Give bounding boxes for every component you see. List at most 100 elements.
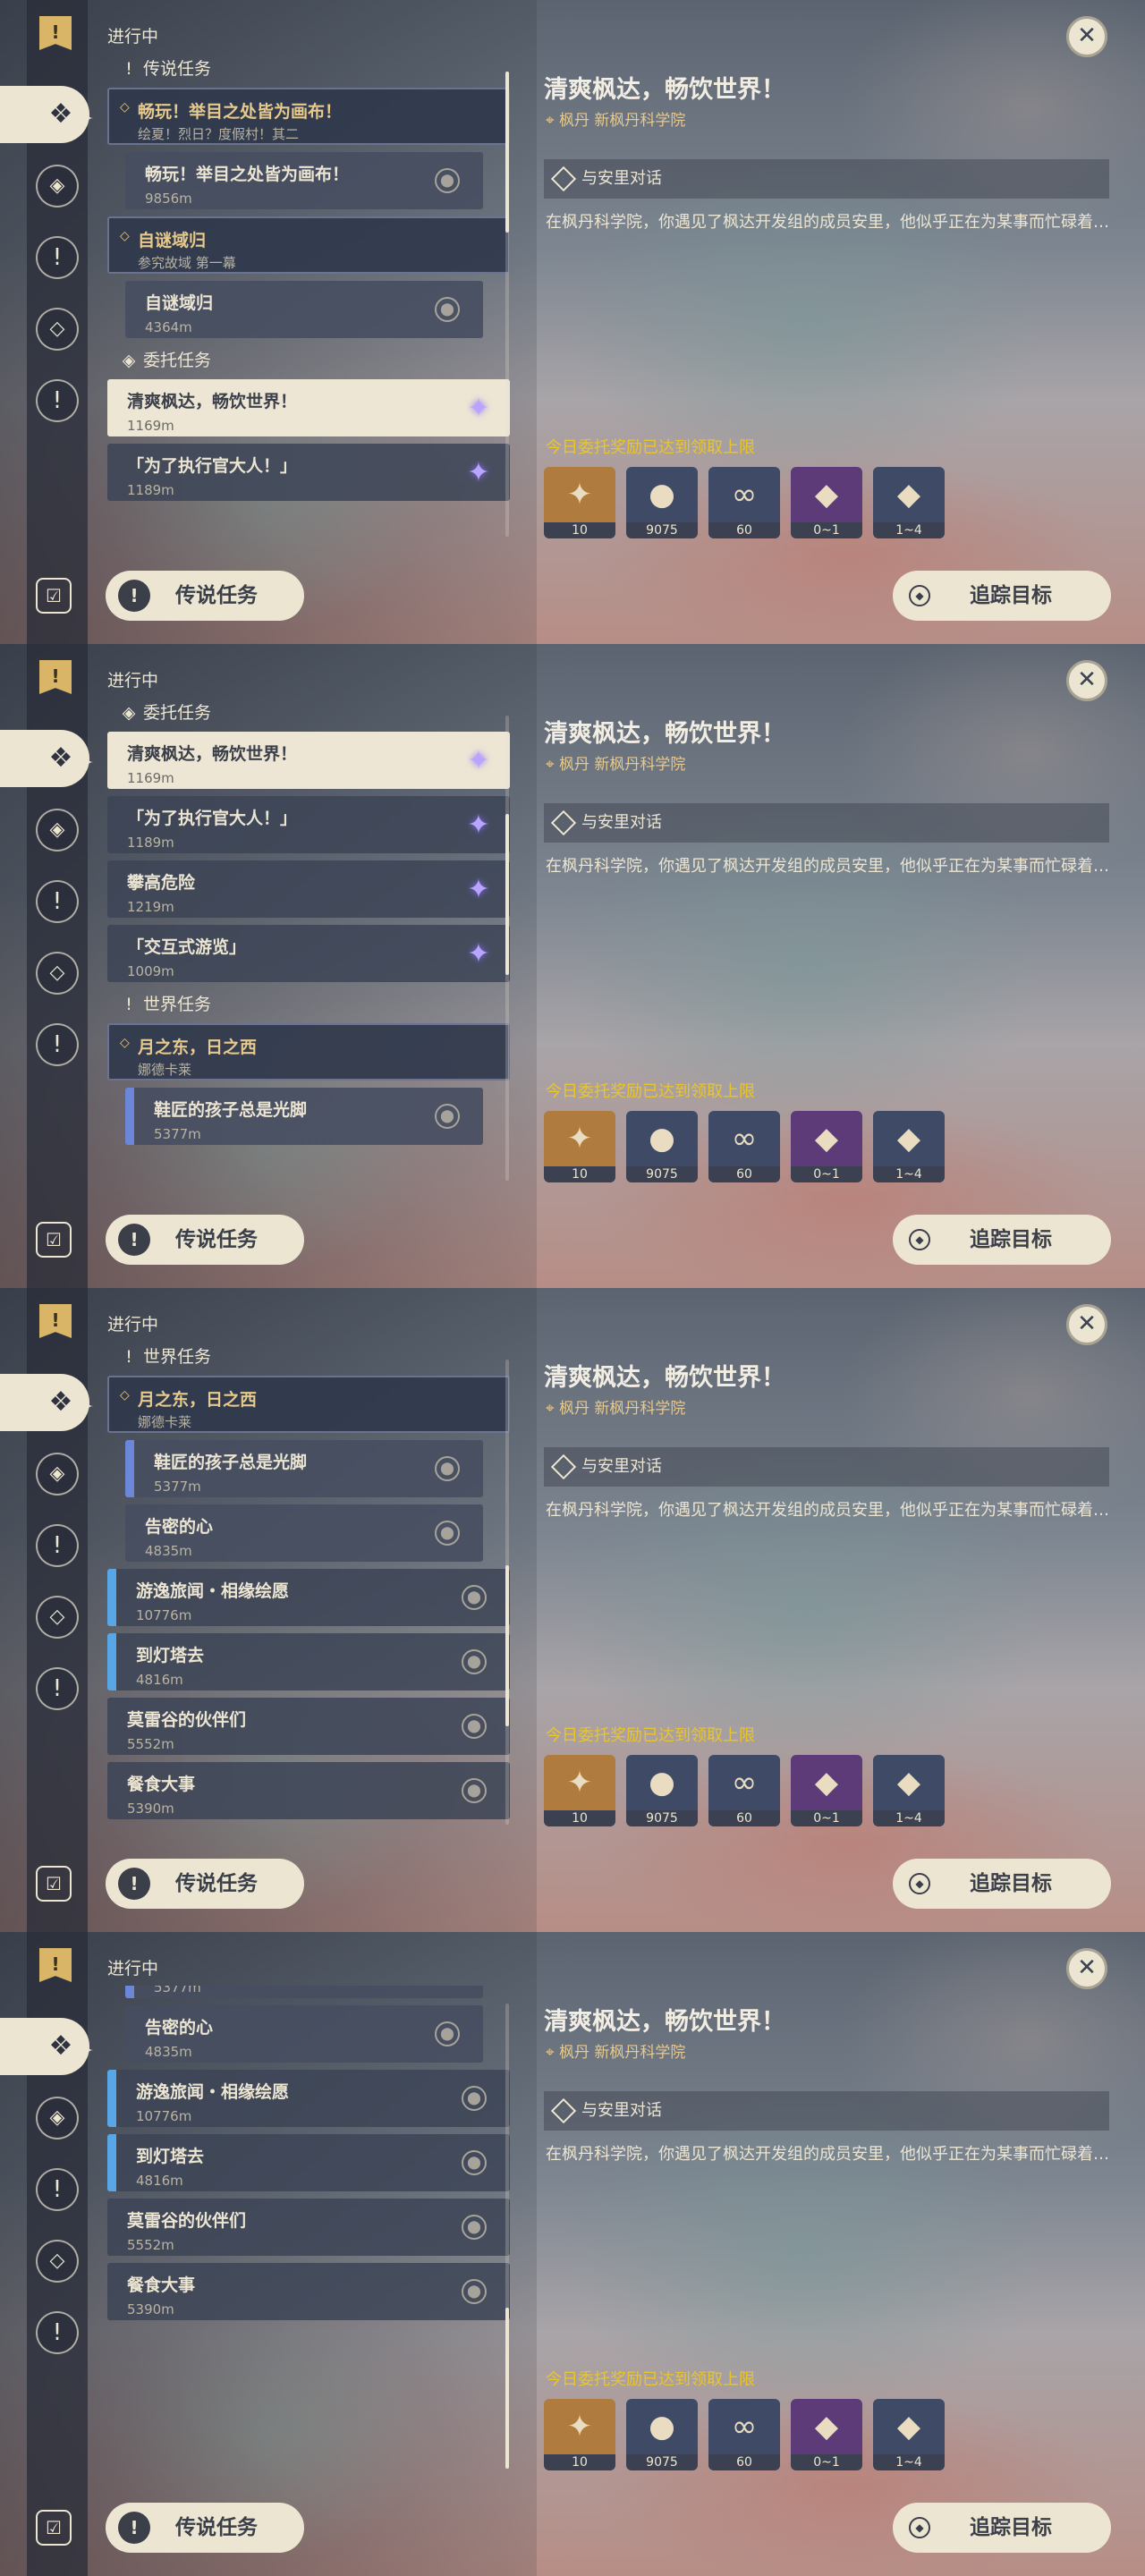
quest-item[interactable]: ◇ 自谜域归 参究故域 第一幕 [107,216,510,274]
reward-count: 0~1 [791,2454,862,2470]
close-button[interactable]: ✕ [1066,1948,1107,1989]
quest-description: 在枫丹科学院，你遇见了枫达开发组的成员安里，他似乎正在为某事而忙碌着… [546,1501,1109,1520]
objective: ◇与安里对话 [544,803,1109,843]
quest-item-selected[interactable]: 清爽枫达，畅饮世界！ 1169m ✦ [107,379,510,436]
quest-step[interactable]: 告密的心 4835m ⬤ [125,2005,483,2063]
quest-item[interactable]: 攀高危险 1219m ✦ [107,860,510,918]
location-pin-icon: ⬤ [462,2279,487,2304]
track-button[interactable]: ◆ 追踪目标 [893,2503,1111,2553]
legend-quest-button[interactable]: ! 传说任务 [106,1859,304,1909]
crystal-icon: ◆ [791,1755,862,1810]
rail-commission-icon[interactable]: ! [36,1023,79,1066]
close-button[interactable]: ✕ [1066,1304,1107,1345]
rail-world-icon[interactable]: ◇ [36,2240,79,2283]
rail-world-icon[interactable]: ◇ [36,952,79,995]
quest-step[interactable]: 畅玩！举目之处皆为画布！ 9856m ⬤ [125,152,483,209]
location-pin-icon: ⬤ [435,1104,460,1129]
rail-commission-icon[interactable]: ! [36,2311,79,2354]
rail-story-icon[interactable]: ! [36,2168,79,2211]
ore-icon: ◆ [873,1111,945,1166]
close-button[interactable]: ✕ [1066,16,1107,57]
reward-item[interactable]: ✦ 10 [544,1755,615,1826]
quest-item[interactable]: 莫雷谷的伙伴们 5552m ⬤ [107,2199,510,2256]
quest-step[interactable]: 告密的心 4835m ⬤ [125,1504,483,1562]
reward-item[interactable]: ✦ 10 [544,2399,615,2470]
quest-item[interactable]: 游逸旅闻・相缘绘愿 10776m ⬤ [107,1569,510,1626]
rail-archon-icon[interactable]: ◈ [36,809,79,852]
reward-item[interactable]: ● 9075 [626,2399,698,2470]
quest-item[interactable]: ◇ 畅玩！举目之处皆为画布！ 绘夏！烈日？度假村！其二 [107,88,510,145]
track-button[interactable]: ◆ 追踪目标 [893,1215,1111,1265]
track-button[interactable]: ◆ 追踪目标 [893,571,1111,621]
reward-item[interactable]: ◆ 1~4 [873,1111,945,1182]
commission-icon: ◈ [122,351,136,370]
quest-item[interactable]: 游逸旅闻・相缘绘愿 10776m ⬤ [107,2070,510,2127]
quest-step[interactable]: 自谜域归 4364m ⬤ [125,281,483,338]
rail-archon-icon[interactable]: ◈ [36,165,79,208]
track-button[interactable]: ◆ 追踪目标 [893,1859,1111,1909]
reward-item[interactable]: ∞ 60 [708,1755,780,1826]
quest-item[interactable]: ◇ 月之东，日之西 娜德卡莱 [107,1023,510,1080]
quest-description: 在枫丹科学院，你遇见了枫达开发组的成员安里，他似乎正在为某事而忙碌着… [546,213,1109,232]
reward-item[interactable]: ◆ 1~4 [873,1755,945,1826]
reward-item[interactable]: ✦ 10 [544,467,615,538]
rail-item-all-selected[interactable]: ❖ ✦ [0,86,94,143]
location-pin-icon: ⬤ [462,1649,487,1674]
rail-item-all-selected[interactable]: ❖ ✦ [0,2018,94,2075]
quest-item-selected[interactable]: 清爽枫达，畅饮世界！ 1169m ✦ [107,732,510,789]
quest-item[interactable]: 到灯塔去 4816m ⬤ [107,1633,510,1690]
reward-item[interactable]: ∞ 60 [708,467,780,538]
rail-world-icon[interactable]: ◇ [36,1596,79,1639]
reward-item[interactable]: ∞ 60 [708,1111,780,1182]
calendar-icon[interactable]: ☑ [36,1866,72,1902]
quest-step[interactable]: 鞋匠的孩子总是光脚5377m⬤ [125,1986,483,1998]
reward-limit-warning: 今日委托奖励已达到领取上限 [546,438,755,457]
calendar-icon[interactable]: ☑ [36,578,72,614]
rail-story-icon[interactable]: ! [36,1524,79,1567]
diamond-icon: ◆ [909,585,930,606]
close-button[interactable]: ✕ [1066,660,1107,701]
quest-step[interactable]: 鞋匠的孩子总是光脚5377m⬤ [125,1088,483,1145]
reward-item[interactable]: ◆ 0~1 [791,1755,862,1826]
exclamation-icon: ! [118,1224,150,1256]
quest-item[interactable]: 餐食大事 5390m ⬤ [107,2263,510,2320]
reward-item[interactable]: ◆ 1~4 [873,467,945,538]
reward-item[interactable]: ◆ 0~1 [791,2399,862,2470]
legend-quest-button[interactable]: ! 传说任务 [106,2503,304,2553]
reward-item[interactable]: ● 9075 [626,1755,698,1826]
scrollbar[interactable] [505,1360,509,1825]
calendar-icon[interactable]: ☑ [36,2510,72,2546]
rail-story-icon[interactable]: ! [36,880,79,923]
quest-item[interactable]: 「为了执行官大人！」 1189m ✦ [107,796,510,853]
reward-item[interactable]: ∞ 60 [708,2399,780,2470]
legend-quest-button[interactable]: ! 传说任务 [106,571,304,621]
quest-item[interactable]: ◇ 月之东，日之西 娜德卡莱 [107,1376,510,1433]
rail-commission-icon[interactable]: ! [36,379,79,422]
rail-item-all-selected[interactable]: ❖ ✦ [0,1374,94,1431]
reward-item[interactable]: ● 9075 [626,1111,698,1182]
quest-item[interactable]: 餐食大事 5390m ⬤ [107,1762,510,1819]
rail-archon-icon[interactable]: ◈ [36,2097,79,2140]
reward-item[interactable]: ✦ 10 [544,1111,615,1182]
quest-step[interactable]: 鞋匠的孩子总是光脚5377m⬤ [125,1440,483,1497]
exclamation-icon: ! [125,1347,132,1367]
rail-world-icon[interactable]: ◇ [36,308,79,351]
scrollbar[interactable] [505,716,509,1181]
rail-story-icon[interactable]: ! [36,236,79,279]
rail-archon-icon[interactable]: ◈ [36,1453,79,1496]
reward-item[interactable]: ◆ 0~1 [791,467,862,538]
calendar-icon[interactable]: ☑ [36,1222,72,1258]
scrollbar[interactable] [505,2004,509,2469]
rail-item-all-selected[interactable]: ❖ ✦ [0,730,94,787]
scrollbar[interactable] [505,72,509,537]
quest-item[interactable]: 莫雷谷的伙伴们 5552m ⬤ [107,1698,510,1755]
rail-commission-icon[interactable]: ! [36,1667,79,1710]
reward-item[interactable]: ◆ 1~4 [873,2399,945,2470]
reward-item[interactable]: ● 9075 [626,467,698,538]
ore-icon: ◆ [873,2399,945,2454]
quest-item[interactable]: 「交互式游览」 1009m ✦ [107,925,510,982]
legend-quest-button[interactable]: ! 传说任务 [106,1215,304,1265]
quest-item[interactable]: 到灯塔去 4816m ⬤ [107,2134,510,2191]
quest-item[interactable]: 「为了执行官大人！」 1189m ✦ [107,444,510,501]
reward-item[interactable]: ◆ 0~1 [791,1111,862,1182]
